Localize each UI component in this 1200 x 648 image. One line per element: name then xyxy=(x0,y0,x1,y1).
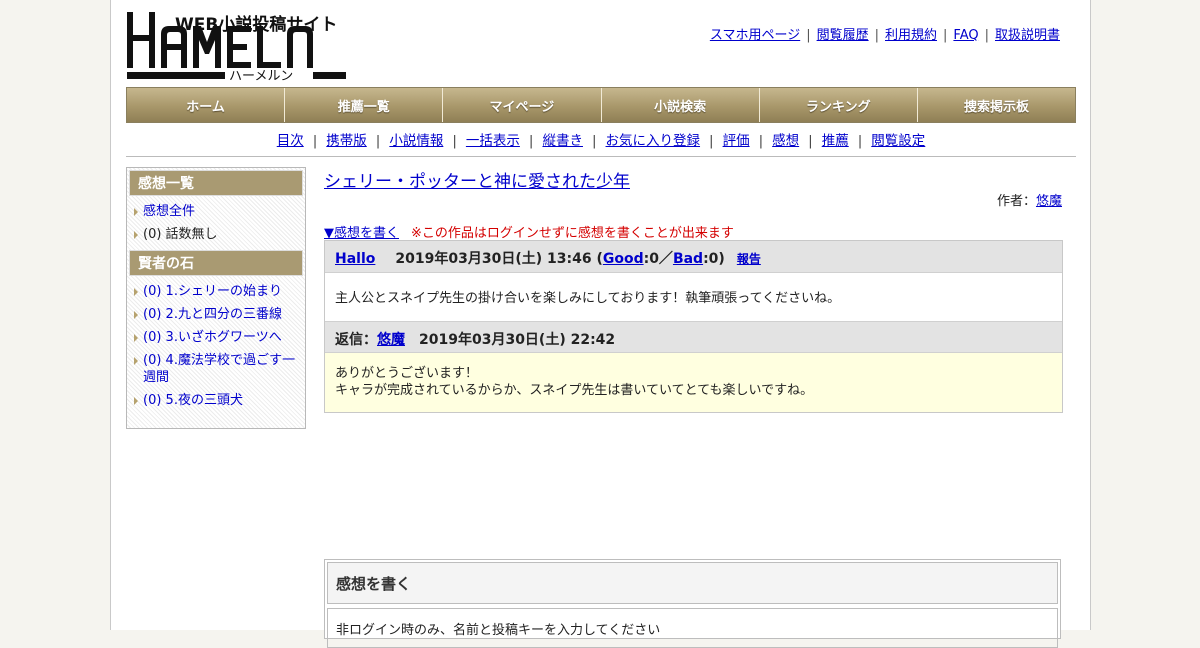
novel-sub-nav: 目次 | 携帯版 | 小説情報 | 一括表示 | 縦書き | お気に入り登録 | 評価 | 感想 | 推薦 | 閲覧… xyxy=(276,133,926,149)
global-nav: ホーム 推薦一覧 マイページ 小説検索 ランキング 捜索掲示板 xyxy=(126,87,1076,123)
nav-mypage[interactable]: マイページ xyxy=(443,88,602,122)
review-header: Hallo 2019年03月30日(土) 13:46 (Good:0／Bad:0)… xyxy=(325,241,1062,273)
divider xyxy=(126,156,1076,157)
subnav-mobile[interactable]: 携帯版 xyxy=(326,133,367,149)
guest-review-note: ※この作品はログインせずに感想を書くことが出来ます xyxy=(411,226,734,241)
page-container: WEB小説投稿サイト ハーメルン スマホ用ページ | 閲覧履歴 | 利用規約 | FAQ | 取… xyxy=(110,0,1091,648)
sidebar-item-chapter-1[interactable]: (0) 1.シェリーの始まり xyxy=(129,280,303,303)
logo-kana: ハーメルン xyxy=(229,69,294,84)
subnav-reviews[interactable]: 感想 xyxy=(772,133,799,149)
nav-novel-search[interactable]: 小説検索 xyxy=(601,88,760,122)
subnav-toc[interactable]: 目次 xyxy=(277,133,304,149)
write-review-form: 感想を書く 非ログイン時のみ、名前と投稿キーを入力してください xyxy=(324,559,1061,648)
good-count: :0／ xyxy=(643,251,673,267)
bad-count: :0) xyxy=(703,251,725,267)
sidebar: 感想一覧 感想全件 (0) 話数無し 賢者の石 (0) 1.シェリーの始まり (… xyxy=(126,167,306,429)
reply-label: 返信： xyxy=(335,332,377,348)
nav-search-board[interactable]: 捜索掲示板 xyxy=(917,88,1076,122)
review-user-link[interactable]: Hallo xyxy=(335,251,375,267)
write-review-note: 非ログイン時のみ、名前と投稿キーを入力してください xyxy=(327,608,1058,648)
review-card: Hallo 2019年03月30日(土) 13:46 (Good:0／Bad:0)… xyxy=(324,240,1063,413)
subnav-vertical[interactable]: 縦書き xyxy=(542,133,583,149)
reply-line-2: キャラが完成されているからか、スネイプ先生は書いていてとても楽しいですね。 xyxy=(335,383,814,398)
author-label: 作者： xyxy=(996,194,1036,209)
novel-title-link[interactable]: シェリー・ポッターと神に愛された少年 xyxy=(324,167,1064,192)
top-links: スマホ用ページ | 閲覧履歴 | 利用規約 | FAQ | 取扱説明書 xyxy=(709,28,1060,43)
reply-line-1: ありがとうございます！ xyxy=(335,366,479,381)
sidebar-item-no-episode: (0) 話数無し xyxy=(129,223,303,246)
subnav-show-all[interactable]: 一括表示 xyxy=(466,133,520,149)
reply-body: ありがとうございます！ キャラが完成されているからか、スネイプ先生は書いていてと… xyxy=(325,353,1062,412)
author-line: 作者：悠魔 xyxy=(997,190,1062,209)
write-review-line: ▼感想を書く ※この作品はログインせずに感想を書くことが出来ます xyxy=(324,222,734,241)
nav-ranking[interactable]: ランキング xyxy=(759,88,918,122)
review-date: 2019年03月30日(土) 13:46 xyxy=(395,251,592,267)
subnav-recommend[interactable]: 推薦 xyxy=(822,133,849,149)
main-content: シェリー・ポッターと神に愛された少年 作者：悠魔 ▼感想を書く ※この作品はログイ… xyxy=(324,167,1064,648)
subnav-view-settings[interactable]: 閲覧設定 xyxy=(871,133,925,149)
top-link-manual[interactable]: 取扱説明書 xyxy=(995,28,1060,43)
sidebar-item-chapter-2[interactable]: (0) 2.九と四分の三番線 xyxy=(129,303,303,326)
sidebar-item-all-reviews[interactable]: 感想全件 xyxy=(129,200,303,223)
top-link-terms[interactable]: 利用規約 xyxy=(885,28,937,43)
report-link[interactable]: 報告 xyxy=(737,252,761,266)
review-body: 主人公とスネイプ先生の掛け合いを楽しみにしております！執筆頑張ってくださいね。 xyxy=(335,291,841,306)
sidebar-heading-reviews: 感想一覧 xyxy=(129,170,303,196)
subnav-novel-info[interactable]: 小説情報 xyxy=(389,133,443,149)
good-vote-link[interactable]: Good xyxy=(603,251,644,267)
reply-author-link[interactable]: 悠魔 xyxy=(377,332,405,348)
top-link-faq[interactable]: FAQ xyxy=(953,28,978,43)
sidebar-heading-volume: 賢者の石 xyxy=(129,250,303,276)
write-review-title: 感想を書く xyxy=(327,562,1058,604)
sidebar-item-chapter-3[interactable]: (0) 3.いざホグワーツへ xyxy=(129,326,303,349)
author-link[interactable]: 悠魔 xyxy=(1036,194,1062,209)
top-link-history[interactable]: 閲覧履歴 xyxy=(817,28,869,43)
top-link-smartphone[interactable]: スマホ用ページ xyxy=(710,28,800,43)
reply-header: 返信：悠魔 2019年03月30日(土) 22:42 xyxy=(325,321,1062,353)
subnav-rating[interactable]: 評価 xyxy=(723,133,750,149)
site-logo[interactable]: WEB小説投稿サイト ハーメルン xyxy=(127,8,347,84)
bad-vote-link[interactable]: Bad xyxy=(673,251,703,267)
write-review-link[interactable]: ▼感想を書く xyxy=(324,226,399,241)
nav-home[interactable]: ホーム xyxy=(127,88,286,122)
sidebar-item-chapter-5[interactable]: (0) 5.夜の三頭犬 xyxy=(129,389,303,412)
reply-date: 2019年03月30日(土) 22:42 xyxy=(419,332,616,348)
sidebar-item-chapter-4[interactable]: (0) 4.魔法学校で過ごす一週間 xyxy=(129,349,303,389)
nav-recommend-list[interactable]: 推薦一覧 xyxy=(285,88,444,122)
logo-subtitle: WEB小説投稿サイト xyxy=(175,15,338,35)
subnav-favorite[interactable]: お気に入り登録 xyxy=(606,133,701,149)
